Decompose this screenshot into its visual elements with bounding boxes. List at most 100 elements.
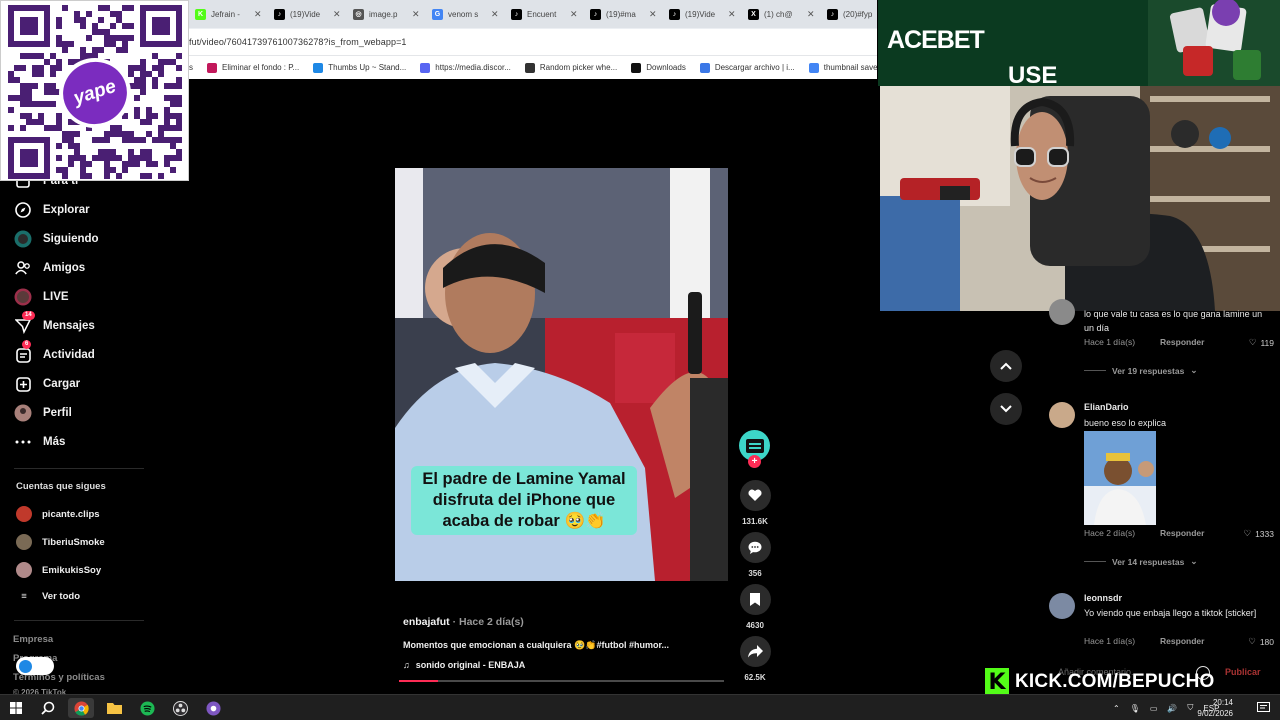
browser-tab[interactable]: Gvenom s ✕ [426, 0, 505, 28]
close-tab-icon[interactable]: ✕ [333, 9, 341, 20]
heart-outline-icon: ♡ [1248, 337, 1257, 347]
spotify-taskbar-button[interactable] [134, 698, 160, 718]
comment-like-button[interactable]: ♡ 1333 [1243, 528, 1274, 539]
list-icon: ≡ [21, 591, 27, 602]
footer-link[interactable]: Empresa [13, 634, 53, 645]
like-action[interactable]: 131.6K [738, 480, 772, 526]
notifications-button[interactable] [1250, 698, 1276, 718]
removebg-icon [207, 62, 217, 73]
sidebar-item-live[interactable]: LIVE [14, 288, 69, 306]
comment-like-button[interactable]: ♡ 180 [1248, 636, 1274, 647]
search-button[interactable] [35, 698, 61, 718]
close-tab-icon[interactable]: ✕ [728, 9, 736, 20]
app-taskbar-button[interactable] [200, 698, 226, 718]
sound-name[interactable]: sonido original - ENBAJA [416, 660, 526, 670]
close-tab-icon[interactable]: ✕ [570, 9, 578, 20]
close-tab-icon[interactable]: ✕ [254, 9, 262, 20]
close-tab-icon[interactable]: ✕ [649, 9, 657, 20]
next-video-button[interactable] [990, 393, 1022, 425]
sidebar-item-siguiendo[interactable]: Siguiendo [14, 230, 99, 248]
like-button[interactable] [739, 480, 771, 511]
tab-title: (19)#ma [606, 9, 636, 19]
tray-chevron-up-icon[interactable]: ⌃ [1113, 704, 1120, 713]
video-author[interactable]: enbajafut · Hace 2 día(s) [403, 616, 524, 628]
browser-tab[interactable]: ♪(20)#fyp✕ [821, 0, 877, 28]
comment-username[interactable]: leonnsdr [1084, 593, 1122, 603]
sidebar-item-perfil[interactable]: Perfil [14, 404, 72, 422]
sidebar-item-mensajes[interactable]: 14 Mensajes [14, 311, 95, 335]
close-tab-icon[interactable]: ✕ [491, 9, 499, 20]
view-replies-button[interactable]: Ver 19 respuestas ⌄ [1084, 365, 1197, 376]
comment-time: Hace 1 día(s) [1084, 337, 1136, 347]
address-bar[interactable]: fut/video/7604173976100736278?is_from_we… [189, 28, 877, 55]
reply-button[interactable]: Responder [1160, 337, 1204, 348]
sidebar-item-label: LIVE [43, 291, 69, 303]
reply-button[interactable]: Responder [1160, 636, 1204, 647]
browser-tab[interactable]: X (1) ch@ ✕ [742, 0, 821, 28]
close-tab-icon[interactable]: ✕ [412, 9, 420, 20]
comment-button[interactable] [739, 532, 771, 563]
bookmark-item[interactable]: Thumbs Up ~ Stand... [313, 62, 406, 73]
browser-tab[interactable]: ◎ image.p ✕ [347, 0, 426, 28]
bookmark-item[interactable]: Eliminar el fondo : P... [207, 62, 299, 73]
clock-time: 20:14 [1212, 698, 1233, 707]
video-player[interactable]: El padre de Lamine Yamal disfruta del iP… [395, 168, 728, 581]
comment-count: 356 [748, 569, 762, 578]
browser-tab[interactable]: ♪ (19)Vide ✕ [268, 0, 347, 28]
comment-like-count: 180 [1259, 636, 1274, 647]
previous-video-button[interactable] [990, 350, 1022, 382]
security-icon[interactable]: ⛉ [1187, 703, 1193, 713]
followed-account[interactable]: picante.clips [16, 506, 100, 522]
reply-button[interactable]: Responder [1160, 528, 1204, 539]
chrome-taskbar-button[interactable] [68, 698, 94, 718]
video-description[interactable]: Momentos que emocionan a cualquiera 🥹👏#f… [403, 640, 669, 651]
url-text[interactable]: fut/video/7604173976100736278?is_from_we… [189, 37, 407, 47]
windows-start-button[interactable] [3, 698, 29, 718]
comment-action[interactable]: 356 [738, 532, 772, 578]
comment-username[interactable]: ElianDario [1084, 402, 1129, 412]
bookmark-item[interactable]: s [189, 63, 193, 72]
browser-tab[interactable]: ♪ (19)#ma ✕ [584, 0, 663, 28]
bookmark-item[interactable]: Downloads [631, 62, 686, 73]
follow-plus-button[interactable]: + [748, 455, 761, 468]
followed-account[interactable]: EmikukisSoy [16, 562, 101, 578]
obs-taskbar-button[interactable] [167, 698, 193, 718]
bookmark-item[interactable]: https://media.discor... [420, 62, 511, 73]
sidebar-item-amigos[interactable]: Amigos [14, 259, 85, 277]
upload-icon [14, 375, 32, 393]
avatar[interactable] [1049, 299, 1075, 325]
comment-like-button[interactable]: ♡ 119 [1249, 337, 1274, 348]
microphone-icon[interactable]: 🎙 [1130, 704, 1140, 713]
comment-image[interactable] [1084, 431, 1156, 525]
save-action[interactable]: 4630 [738, 584, 772, 630]
author-username[interactable]: enbajafut [403, 616, 450, 628]
post-comment-button[interactable]: Publicar [1225, 667, 1261, 677]
avatar[interactable] [1049, 402, 1075, 428]
video-sound[interactable]: ♫ sonido original - ENBAJA [403, 660, 525, 670]
sidebar-item-explorar[interactable]: Explorar [14, 201, 90, 219]
browser-tab[interactable]: ♪ Encuent ✕ [505, 0, 584, 28]
share-button[interactable] [739, 636, 771, 667]
network-icon[interactable]: ▭ [1150, 704, 1158, 713]
followed-account[interactable]: TiberiuSmoke [16, 534, 105, 550]
video-progress-bar[interactable] [399, 680, 724, 682]
bookmark-item[interactable]: Descargar archivo | i... [699, 62, 795, 73]
view-replies-button[interactable]: Ver 14 respuestas ⌄ [1084, 556, 1197, 567]
taskbar-clock[interactable]: 20:14 9/02/2026 [1197, 697, 1233, 719]
share-action[interactable]: 62.5K [738, 636, 772, 682]
sidebar-item-más[interactable]: Más [14, 433, 65, 451]
close-tab-icon[interactable]: ✕ [807, 9, 815, 20]
bookmark-item[interactable]: thumbnail save - Bu... [808, 62, 877, 73]
tab-title: (19)Vide [290, 9, 321, 19]
floating-widget[interactable] [16, 657, 54, 675]
explorer-taskbar-button[interactable] [101, 698, 127, 718]
save-button[interactable] [739, 584, 771, 615]
avatar[interactable] [1049, 593, 1075, 619]
browser-tab[interactable]: K Jefrain - ✕ [189, 0, 268, 28]
sidebar-item-cargar[interactable]: Cargar [14, 375, 80, 393]
volume-icon[interactable]: 🔊 [1167, 704, 1177, 713]
browser-tab[interactable]: ♪ (19)Vide ✕ [663, 0, 742, 28]
sidebar-item-actividad[interactable]: 6 Actividad [14, 340, 95, 364]
bookmark-item[interactable]: Random picker whe... [524, 62, 617, 73]
see-all-link[interactable]: ≡ Ver todo [16, 591, 80, 602]
